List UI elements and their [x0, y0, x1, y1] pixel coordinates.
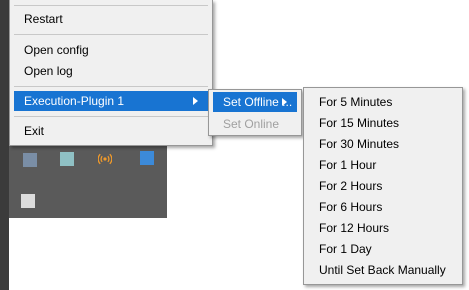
menu-separator	[14, 86, 208, 87]
submenu-arrow-icon	[193, 97, 198, 105]
plugin-submenu: Set Offline ... Set Online	[208, 89, 302, 136]
offline-30-minutes-item[interactable]: For 30 Minutes	[307, 134, 459, 155]
exit-menu-item[interactable]: Exit	[14, 121, 208, 141]
menu-separator	[14, 5, 208, 6]
menu-separator	[14, 116, 208, 117]
offline-duration-menu: For 5 Minutes For 15 Minutes For 30 Minu…	[303, 87, 463, 285]
offline-6-hours-item[interactable]: For 6 Hours	[307, 197, 459, 218]
offline-12-hours-item[interactable]: For 12 Hours	[307, 218, 459, 239]
execution-plugin-menu-item[interactable]: Execution-Plugin 1	[14, 91, 208, 111]
execution-plugin-label: Execution-Plugin 1	[24, 94, 125, 108]
open-config-menu-item[interactable]: Open config	[14, 40, 208, 60]
blurred-app-icon[interactable]	[23, 153, 37, 167]
offline-until-manual-item[interactable]: Until Set Back Manually	[307, 260, 459, 281]
menu-separator	[14, 34, 208, 35]
blurred-app-icon[interactable]	[21, 194, 35, 208]
open-log-menu-item[interactable]: Open log	[14, 61, 208, 81]
offline-15-minutes-item[interactable]: For 15 Minutes	[307, 113, 459, 134]
left-edge-strip	[0, 0, 9, 290]
offline-1-hour-item[interactable]: For 1 Hour	[307, 155, 459, 176]
offline-1-day-item[interactable]: For 1 Day	[307, 239, 459, 260]
blurred-app-icon[interactable]	[60, 152, 74, 166]
tray-context-menu: Restart Open config Open log Execution-P…	[9, 0, 213, 146]
blurred-app-icon[interactable]	[140, 151, 154, 165]
restart-menu-item[interactable]: Restart	[14, 9, 208, 29]
set-online-menu-item: Set Online	[223, 117, 280, 131]
offline-2-hours-item[interactable]: For 2 Hours	[307, 176, 459, 197]
submenu-arrow-icon	[282, 98, 287, 106]
wireless-signal-icon[interactable]	[97, 152, 113, 166]
set-offline-menu-item[interactable]: Set Offline ...	[213, 92, 297, 112]
offline-5-minutes-item[interactable]: For 5 Minutes	[307, 92, 459, 113]
